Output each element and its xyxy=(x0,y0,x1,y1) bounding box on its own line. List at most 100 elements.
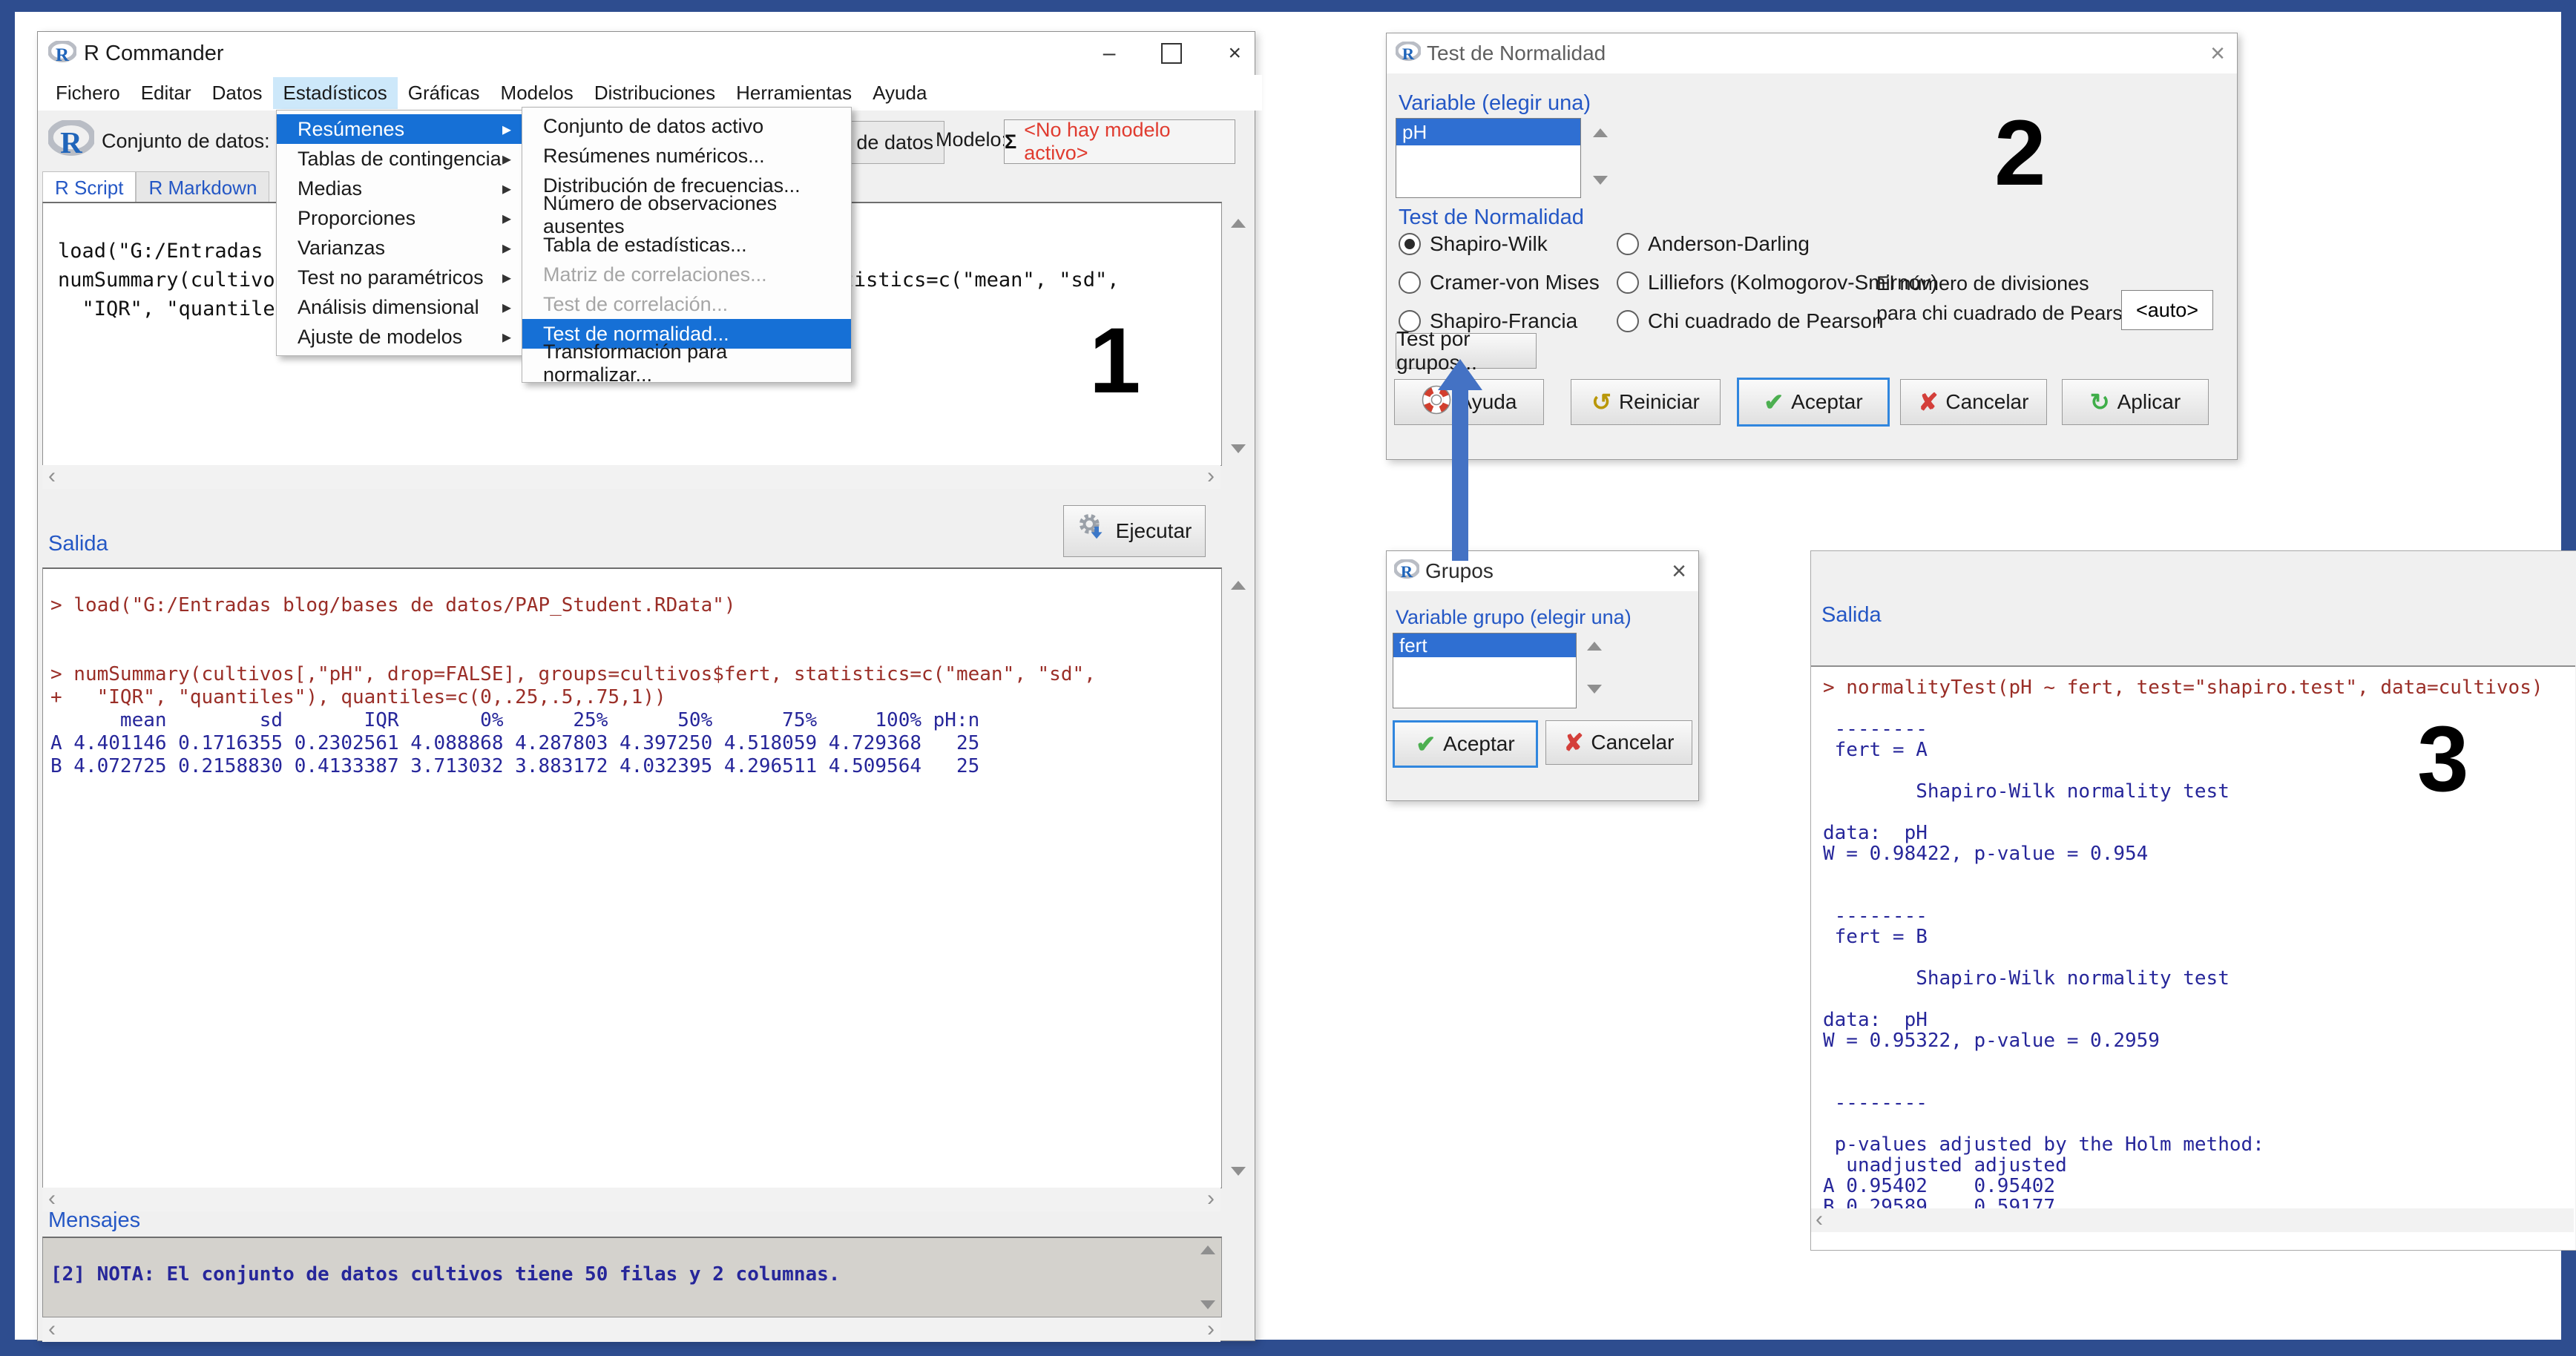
menu-item[interactable]: Varianzas▸ xyxy=(277,233,522,263)
script-scroll-up-icon[interactable] xyxy=(1231,219,1246,228)
listbox-item-ph[interactable]: pH xyxy=(1396,119,1580,145)
divisions-note-line1: El número de divisiones xyxy=(1876,272,2089,295)
aplicar-button[interactable]: ↻ Aplicar xyxy=(2062,379,2209,425)
panel-hscrollbar[interactable]: ‹ xyxy=(1811,1208,2574,1232)
menu-herramientas[interactable]: Herramientas xyxy=(726,77,862,109)
divisions-input[interactable]: <auto> xyxy=(2121,290,2213,330)
sigma-icon: Σ xyxy=(1005,131,1016,154)
scroll-right-icon[interactable]: › xyxy=(1207,1318,1215,1340)
ejecutar-button[interactable]: Ejecutar xyxy=(1063,505,1206,557)
menu-modelos[interactable]: Modelos xyxy=(490,77,584,109)
listbox-item-fert[interactable]: fert xyxy=(1393,633,1576,657)
menu-fichero[interactable]: Fichero xyxy=(45,77,131,109)
screenshot-canvas: R R Commander – × Fichero Editar Datos E… xyxy=(0,0,2576,1356)
radio-anderson-darling[interactable]: Anderson-Darling xyxy=(1617,232,1810,256)
r-logo-icon: R xyxy=(48,41,76,67)
scroll-right-icon[interactable]: › xyxy=(1207,1188,1215,1210)
annotation-number-2: 2 xyxy=(1994,107,2046,200)
r-logo-icon: R xyxy=(1394,559,1419,583)
menu-item[interactable]: Tablas de contingencia▸ xyxy=(277,144,522,174)
model-value: <No hay modelo activo> xyxy=(1024,119,1235,165)
reiniciar-button[interactable]: ↺ Reiniciar xyxy=(1571,379,1721,425)
close-icon[interactable]: × xyxy=(1672,557,1686,586)
menu-item[interactable]: Proporciones▸ xyxy=(277,203,522,233)
menu-item[interactable]: Resúmenes numéricos... xyxy=(522,141,851,171)
scroll-left-icon[interactable]: ‹ xyxy=(48,465,56,487)
menu-item[interactable]: Conjunto de datos activo xyxy=(522,111,851,141)
menu-item[interactable]: Transformación para normalizar... xyxy=(522,349,851,378)
messages-scroll-up-icon[interactable] xyxy=(1200,1245,1215,1254)
annotation-number-3: 3 xyxy=(2417,713,2469,806)
menu-datos[interactable]: Datos xyxy=(202,77,273,109)
output-scroll-down-icon[interactable] xyxy=(1231,1167,1246,1176)
undo-icon: ↺ xyxy=(1591,388,1611,416)
tab-r-markdown[interactable]: R Markdown xyxy=(136,171,269,205)
minimize-button[interactable]: – xyxy=(1103,41,1116,66)
window-title: R Commander xyxy=(84,42,224,66)
model-button[interactable]: Σ <No hay modelo activo> xyxy=(1004,119,1235,164)
dataset-label: Conjunto de datos: xyxy=(102,130,270,153)
menu-item[interactable]: Medias▸ xyxy=(277,174,522,203)
check-icon: ✔ xyxy=(1416,730,1436,758)
menu-editar[interactable]: Editar xyxy=(131,77,202,109)
group-variable-listbox[interactable]: fert xyxy=(1393,633,1577,708)
tab-r-script[interactable]: R Script xyxy=(42,171,136,205)
menu-distribuciones[interactable]: Distribuciones xyxy=(584,77,726,109)
script-hscrollbar[interactable]: ‹ › xyxy=(42,465,1220,489)
list-scroll-down-icon[interactable] xyxy=(1587,685,1602,694)
radio-chi-cuadrado[interactable]: Chi cuadrado de Pearson xyxy=(1617,309,1884,333)
script-scroll-down-icon[interactable] xyxy=(1231,444,1246,453)
aceptar-button[interactable]: ✔ Aceptar xyxy=(1393,720,1538,768)
dialog-title-bar: R Test de Normalidad × xyxy=(1387,33,2237,73)
menu-item[interactable]: Número de observaciones ausentes xyxy=(522,200,851,230)
menu-item[interactable]: Resúmenes▸ xyxy=(277,114,522,144)
radio-shapiro-wilk[interactable]: Shapiro-Wilk xyxy=(1399,232,1548,256)
normality-test-dialog: R Test de Normalidad × Variable (elegir … xyxy=(1386,33,2238,460)
scroll-left-icon[interactable]: ‹ xyxy=(48,1318,56,1340)
menu-ayuda[interactable]: Ayuda xyxy=(862,77,937,109)
list-scroll-up-icon[interactable] xyxy=(1587,642,1602,651)
salida-label: Salida xyxy=(1821,603,1882,628)
scroll-left-icon[interactable]: ‹ xyxy=(48,1188,56,1210)
messages-hscrollbar[interactable]: ‹ › xyxy=(42,1318,1220,1342)
scroll-left-icon[interactable]: ‹ xyxy=(1816,1208,1823,1231)
salida-label: Salida xyxy=(48,532,108,556)
menu-item[interactable]: Test no paramétricos▸ xyxy=(277,263,522,292)
variable-listbox[interactable]: pH xyxy=(1396,118,1581,198)
page-background: R R Commander – × Fichero Editar Datos E… xyxy=(15,12,2561,1340)
message-text: [2] NOTA: El conjunto de datos cultivos … xyxy=(50,1263,840,1286)
output-hscrollbar[interactable]: ‹ › xyxy=(42,1188,1220,1211)
close-icon[interactable]: × xyxy=(2210,39,2225,68)
messages-area[interactable]: [2] NOTA: El conjunto de datos cultivos … xyxy=(42,1237,1222,1317)
run-gear-icon xyxy=(1077,513,1108,550)
messages-scroll-down-icon[interactable] xyxy=(1200,1300,1215,1309)
menu-estadisticos[interactable]: Estadísticos xyxy=(273,77,398,109)
radio-cramer-von-mises[interactable]: Cramer-von Mises xyxy=(1399,271,1600,294)
list-scroll-down-icon[interactable] xyxy=(1593,176,1608,185)
cancelar-button[interactable]: ✘ Cancelar xyxy=(1900,379,2047,425)
output-scroll-up-icon[interactable] xyxy=(1231,581,1246,590)
menu-graficas[interactable]: Gráficas xyxy=(398,77,490,109)
cancelar-button[interactable]: ✘ Cancelar xyxy=(1545,720,1692,765)
menu-item[interactable]: Ajuste de modelos▸ xyxy=(277,322,522,352)
r-logo-toolbar-icon: R xyxy=(48,120,94,162)
menubar: Fichero Editar Datos Estadísticos Gráfic… xyxy=(38,75,1262,111)
scroll-right-icon[interactable]: › xyxy=(1207,465,1215,487)
mensajes-label: Mensajes xyxy=(48,1208,140,1233)
close-button[interactable]: × xyxy=(1228,41,1241,66)
output-area[interactable]: > load("G:/Entradas blog/bases de datos/… xyxy=(42,567,1222,1188)
dialog-title-bar: R Grupos × xyxy=(1387,551,1698,591)
x-icon: ✘ xyxy=(1564,728,1584,757)
list-scroll-up-icon[interactable] xyxy=(1593,128,1608,137)
editor-tabs: R Script R Markdown xyxy=(42,171,269,205)
submenu-arrow-icon: ▸ xyxy=(502,208,511,229)
r-logo-icon: R xyxy=(1396,42,1421,65)
arrow-head xyxy=(1438,359,1482,390)
dialog-title: Test de Normalidad xyxy=(1427,42,1606,65)
submenu-arrow-icon: ▸ xyxy=(502,326,511,348)
aceptar-button[interactable]: ✔ Aceptar xyxy=(1737,378,1890,427)
maximize-button[interactable] xyxy=(1161,43,1182,64)
menu-item[interactable]: Análisis dimensional▸ xyxy=(277,292,522,322)
radio-icon xyxy=(1399,233,1421,255)
model-label: Modelo: xyxy=(936,128,1007,151)
